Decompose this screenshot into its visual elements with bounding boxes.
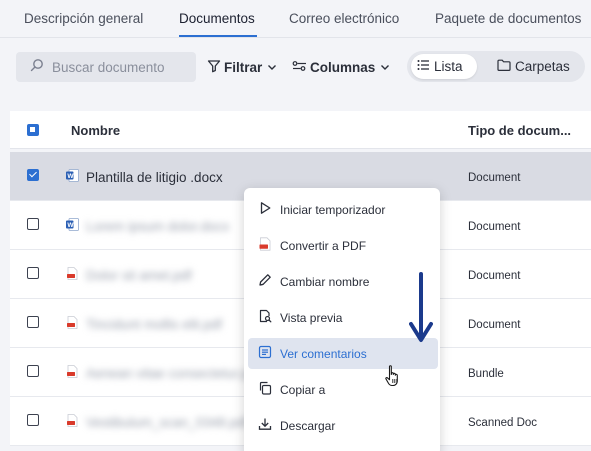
view-toggle: Lista Carpetas [407, 51, 585, 82]
search-input[interactable] [52, 59, 192, 75]
file-type: Document [468, 172, 521, 184]
pencil-icon [258, 273, 280, 290]
play-icon [258, 201, 280, 218]
svg-text:W: W [67, 222, 74, 229]
row-checkbox[interactable] [27, 218, 39, 230]
file-name[interactable]: Plantilla de litigio .docx [86, 170, 223, 185]
filter-button[interactable]: Filtrar [207, 57, 277, 77]
row-checkbox[interactable] [27, 169, 39, 181]
file-type: Document [468, 221, 521, 233]
copy-icon [258, 381, 280, 398]
file-type: Document [468, 319, 521, 331]
tab-documentos[interactable]: Documentos [179, 11, 255, 26]
file-type: Bundle [468, 368, 504, 380]
pdf-file-icon [66, 365, 79, 378]
word-file-icon: W [66, 218, 79, 231]
tab-descripcion-general[interactable]: Descripción general [24, 11, 143, 26]
pdf-file-icon [66, 267, 79, 280]
chevron-down-icon [380, 60, 390, 75]
tab-correo-electronico[interactable]: Correo electrónico [289, 11, 399, 26]
folders-view-button[interactable]: Carpetas [491, 54, 583, 79]
menu-item-convert-pdf[interactable]: Convertir a PDF [248, 230, 438, 261]
pdf-file-icon [258, 237, 280, 254]
columns-label: Columnas [310, 59, 376, 75]
menu-item-start-timer[interactable]: Iniciar temporizador [248, 194, 438, 225]
file-name[interactable]: Aenean vitae consectetur.pdf [86, 366, 260, 381]
menu-item-label: Ver comentarios [280, 346, 367, 361]
columns-button[interactable]: Columnas [292, 57, 390, 77]
menu-item-copy-to[interactable]: Copiar a [248, 374, 438, 405]
comments-icon [258, 345, 280, 362]
menu-item-label: Descargar [280, 418, 336, 433]
menu-item-label: Convertir a PDF [280, 238, 367, 253]
pdf-file-icon [66, 316, 79, 329]
file-name[interactable]: Vestibulum_scan_0348.pdf [86, 415, 248, 430]
pdf-file-icon [66, 414, 79, 427]
filter-label: Filtrar [224, 59, 263, 75]
row-checkbox[interactable] [27, 267, 39, 279]
menu-item-label: Cambiar nombre [280, 274, 370, 289]
menu-item-label: Copiar a [280, 382, 326, 397]
chevron-down-icon [267, 60, 277, 75]
search-box[interactable] [16, 52, 196, 82]
tab-bar: Descripción general Documentos Correo el… [0, 0, 591, 38]
menu-item-label: Iniciar temporizador [280, 202, 386, 217]
search-icon [30, 58, 44, 77]
select-all-checkbox[interactable] [27, 124, 39, 136]
download-icon [258, 417, 280, 434]
column-header-name[interactable]: Nombre [71, 123, 120, 138]
menu-item-download[interactable]: Descargar [248, 410, 438, 441]
file-name[interactable]: Tincidunt mollis elit.pdf [86, 317, 222, 332]
list-icon [417, 59, 430, 74]
file-name[interactable]: Lorem ipsum dolor.docx [86, 219, 229, 234]
folders-view-label: Carpetas [515, 59, 570, 74]
svg-text:W: W [67, 173, 74, 180]
folder-icon [497, 59, 511, 74]
list-view-button[interactable]: Lista [411, 54, 477, 79]
row-checkbox[interactable] [27, 316, 39, 328]
hand-cursor-icon [384, 364, 402, 393]
preview-icon [258, 309, 280, 326]
table-header: Nombre Tipo de docum... [10, 111, 591, 149]
file-type: Scanned Doc [468, 417, 538, 429]
row-checkbox[interactable] [27, 365, 39, 377]
tab-paquete-de-documentos[interactable]: Paquete de documentos [435, 11, 581, 26]
filter-icon [207, 59, 221, 76]
menu-item-label: Vista previa [280, 310, 343, 325]
word-file-icon: W [66, 169, 79, 182]
row-checkbox[interactable] [27, 414, 39, 426]
file-name[interactable]: Dolor sit amet.pdf [86, 268, 192, 283]
columns-icon [292, 59, 307, 76]
column-header-type[interactable]: Tipo de docum... [468, 123, 571, 138]
active-tab-indicator [179, 35, 257, 37]
annotation-arrow-icon [409, 272, 433, 349]
list-view-label: Lista [434, 59, 463, 74]
file-type: Document [468, 270, 521, 282]
